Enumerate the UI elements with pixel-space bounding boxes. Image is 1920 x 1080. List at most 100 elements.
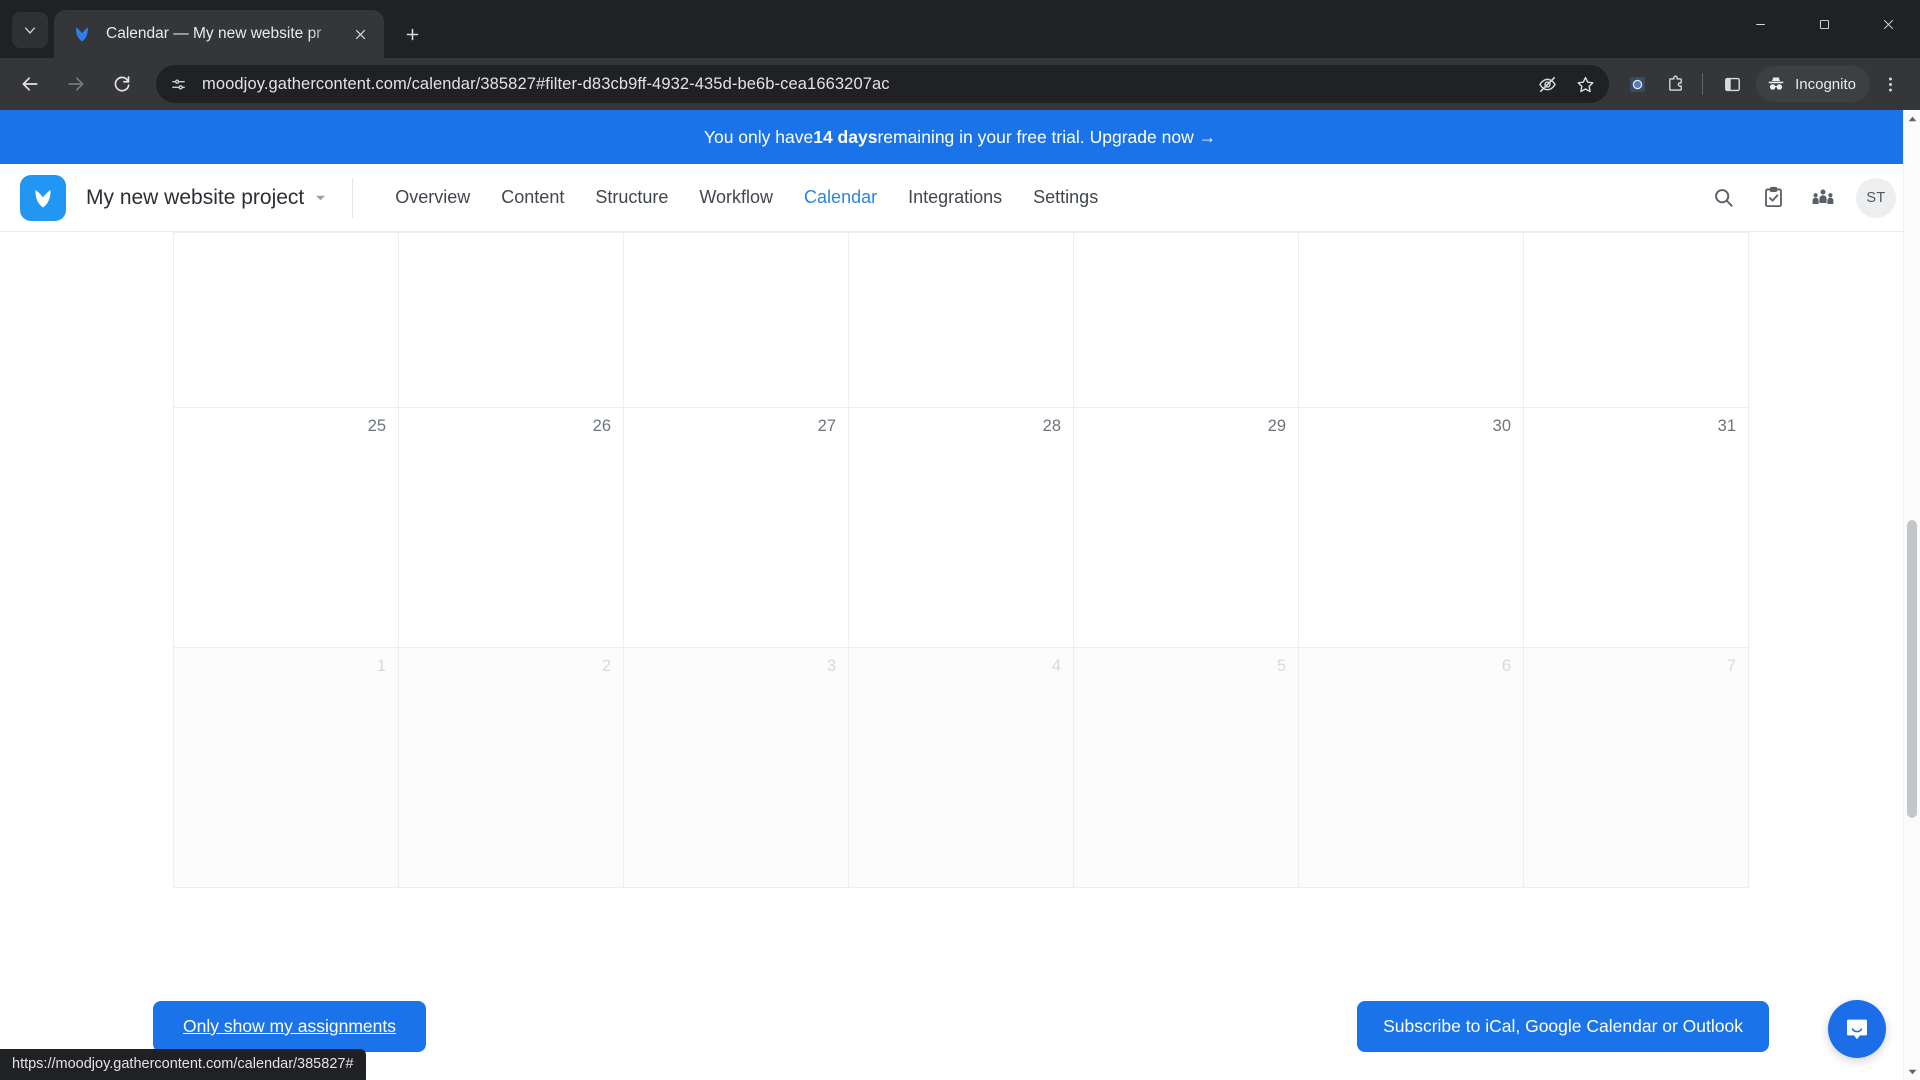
- clipboard-check-icon[interactable]: [1756, 181, 1790, 215]
- calendar-day-cell[interactable]: 26: [399, 408, 624, 648]
- side-panel-icon[interactable]: [1714, 66, 1750, 102]
- project-name: My new website project: [86, 185, 305, 209]
- bookmark-star-icon[interactable]: [1567, 66, 1603, 102]
- day-number: 3: [826, 657, 836, 675]
- day-number: 2: [601, 657, 611, 675]
- calendar-day-cell[interactable]: [1074, 233, 1299, 408]
- nav-calendar[interactable]: Calendar: [790, 179, 891, 216]
- calendar-day-cell[interactable]: [1299, 233, 1524, 408]
- calendar-day-cell[interactable]: 7: [1524, 648, 1749, 888]
- nav-integrations[interactable]: Integrations: [894, 179, 1016, 216]
- plus-icon: [406, 28, 418, 40]
- eye-slash-icon[interactable]: [1529, 66, 1565, 102]
- calendar-grid: 25 26 27 28 29 30 31 1 2 3 4 5 6 7: [173, 232, 1749, 888]
- calendar-day-cell[interactable]: 29: [1074, 408, 1299, 648]
- tune-icon[interactable]: [162, 68, 194, 100]
- toolbar-divider: [1702, 73, 1704, 95]
- tab-close-button[interactable]: [346, 20, 374, 48]
- calendar-area: 25 26 27 28 29 30 31 1 2 3 4 5 6 7 Only …: [0, 232, 1920, 1080]
- nav-workflow[interactable]: Workflow: [685, 179, 787, 216]
- intercom-messenger-button[interactable]: [1828, 1000, 1886, 1058]
- chevron-down-icon: [24, 27, 36, 34]
- browser-tab[interactable]: Calendar — My new website pr: [54, 10, 384, 58]
- extension-icon-active[interactable]: [1619, 66, 1655, 102]
- calendar-day-cell[interactable]: 25: [174, 408, 399, 648]
- day-number: 6: [1501, 657, 1511, 675]
- extension-puzzle-icon[interactable]: [1657, 66, 1693, 102]
- browser-toolbar: moodjoy.gathercontent.com/calendar/38582…: [0, 58, 1920, 110]
- people-group-icon[interactable]: [1806, 181, 1840, 215]
- window-controls: [1728, 0, 1920, 48]
- minimize-icon: [1755, 23, 1765, 25]
- trial-banner: You only have 14 days remaining in your …: [0, 110, 1920, 164]
- calendar-scroll-region: 25 26 27 28 29 30 31 1 2 3 4 5 6 7: [20, 232, 1900, 1080]
- calendar-day-cell[interactable]: 30: [1299, 408, 1524, 648]
- three-dots-vertical-icon: [1888, 76, 1892, 92]
- page-viewport: You only have 14 days remaining in your …: [0, 110, 1920, 1080]
- address-bar[interactable]: moodjoy.gathercontent.com/calendar/38582…: [156, 65, 1610, 103]
- day-number: 25: [367, 417, 386, 435]
- intercom-messenger-icon: [1847, 1019, 1867, 1040]
- gathercontent-favicon: [72, 24, 92, 44]
- app-header-actions: ST: [1706, 177, 1896, 218]
- only-show-my-assignments-button[interactable]: Only show my assignments: [153, 1001, 426, 1052]
- user-avatar[interactable]: ST: [1856, 177, 1896, 218]
- trial-text-prefix: You only have: [703, 126, 814, 147]
- incognito-indicator[interactable]: Incognito: [1756, 66, 1870, 102]
- browser-menu-button[interactable]: [1872, 66, 1908, 102]
- omnibox-actions: [1527, 66, 1603, 102]
- trial-days-count: 14 days: [813, 126, 878, 147]
- window-close-button[interactable]: [1856, 0, 1920, 48]
- upgrade-now-link[interactable]: Upgrade now →: [1090, 127, 1216, 148]
- scroll-up-arrow[interactable]: [1904, 110, 1920, 127]
- app-header: My new website project Overview Content …: [0, 164, 1920, 232]
- reload-button[interactable]: [102, 64, 142, 104]
- calendar-footer: Only show my assignments Subscribe to iC…: [0, 1001, 1920, 1052]
- nav-overview[interactable]: Overview: [381, 179, 484, 216]
- gathercontent-logo[interactable]: [20, 174, 66, 221]
- calendar-day-cell[interactable]: 4: [849, 648, 1074, 888]
- calendar-day-cell[interactable]: 5: [1074, 648, 1299, 888]
- scroll-down-arrow[interactable]: [1904, 1063, 1920, 1080]
- calendar-day-cell[interactable]: 1: [174, 648, 399, 888]
- calendar-day-cell[interactable]: 2: [399, 648, 624, 888]
- day-number: 31: [1717, 417, 1736, 435]
- close-icon: [355, 29, 365, 39]
- chevron-up-icon: [1908, 116, 1916, 121]
- close-icon: [1883, 19, 1893, 29]
- nav-content[interactable]: Content: [487, 179, 578, 216]
- main-navigation: Overview Content Structure Workflow Cale…: [381, 179, 1112, 216]
- incognito-icon: [1768, 77, 1784, 90]
- calendar-day-cell[interactable]: 31: [1524, 408, 1749, 648]
- calendar-week-row: [174, 233, 1749, 408]
- calendar-day-cell[interactable]: 6: [1299, 648, 1524, 888]
- nav-structure[interactable]: Structure: [581, 179, 682, 216]
- scrollbar-thumb[interactable]: [1907, 520, 1917, 818]
- calendar-day-cell[interactable]: 3: [624, 648, 849, 888]
- chevron-down-icon: [1908, 1069, 1916, 1074]
- nav-settings[interactable]: Settings: [1019, 179, 1112, 216]
- new-tab-button[interactable]: [392, 14, 432, 54]
- calendar-day-cell[interactable]: [174, 233, 399, 408]
- day-number: 1: [376, 657, 386, 675]
- status-bar-url: https://moodjoy.gathercontent.com/calend…: [0, 1049, 366, 1080]
- calendar-day-cell[interactable]: [849, 233, 1074, 408]
- back-button[interactable]: [10, 64, 50, 104]
- calendar-day-cell[interactable]: [1524, 233, 1749, 408]
- calendar-day-cell[interactable]: [399, 233, 624, 408]
- maximize-icon: [1819, 19, 1829, 29]
- search-icon[interactable]: [1706, 181, 1740, 215]
- tab-search-button[interactable]: [12, 12, 48, 48]
- window-maximize-button[interactable]: [1792, 0, 1856, 48]
- page-scrollbar[interactable]: [1903, 110, 1920, 1080]
- calendar-day-cell[interactable]: 28: [849, 408, 1074, 648]
- subscribe-calendar-button[interactable]: Subscribe to iCal, Google Calendar or Ou…: [1357, 1001, 1769, 1052]
- calendar-day-cell[interactable]: [624, 233, 849, 408]
- calendar-day-cell[interactable]: 27: [624, 408, 849, 648]
- day-number: 29: [1267, 417, 1286, 435]
- forward-button[interactable]: [56, 64, 96, 104]
- day-number: 4: [1051, 657, 1061, 675]
- project-switcher[interactable]: My new website project: [86, 177, 354, 218]
- window-minimize-button[interactable]: [1728, 0, 1792, 48]
- url-text: moodjoy.gathercontent.com/calendar/38582…: [202, 74, 890, 93]
